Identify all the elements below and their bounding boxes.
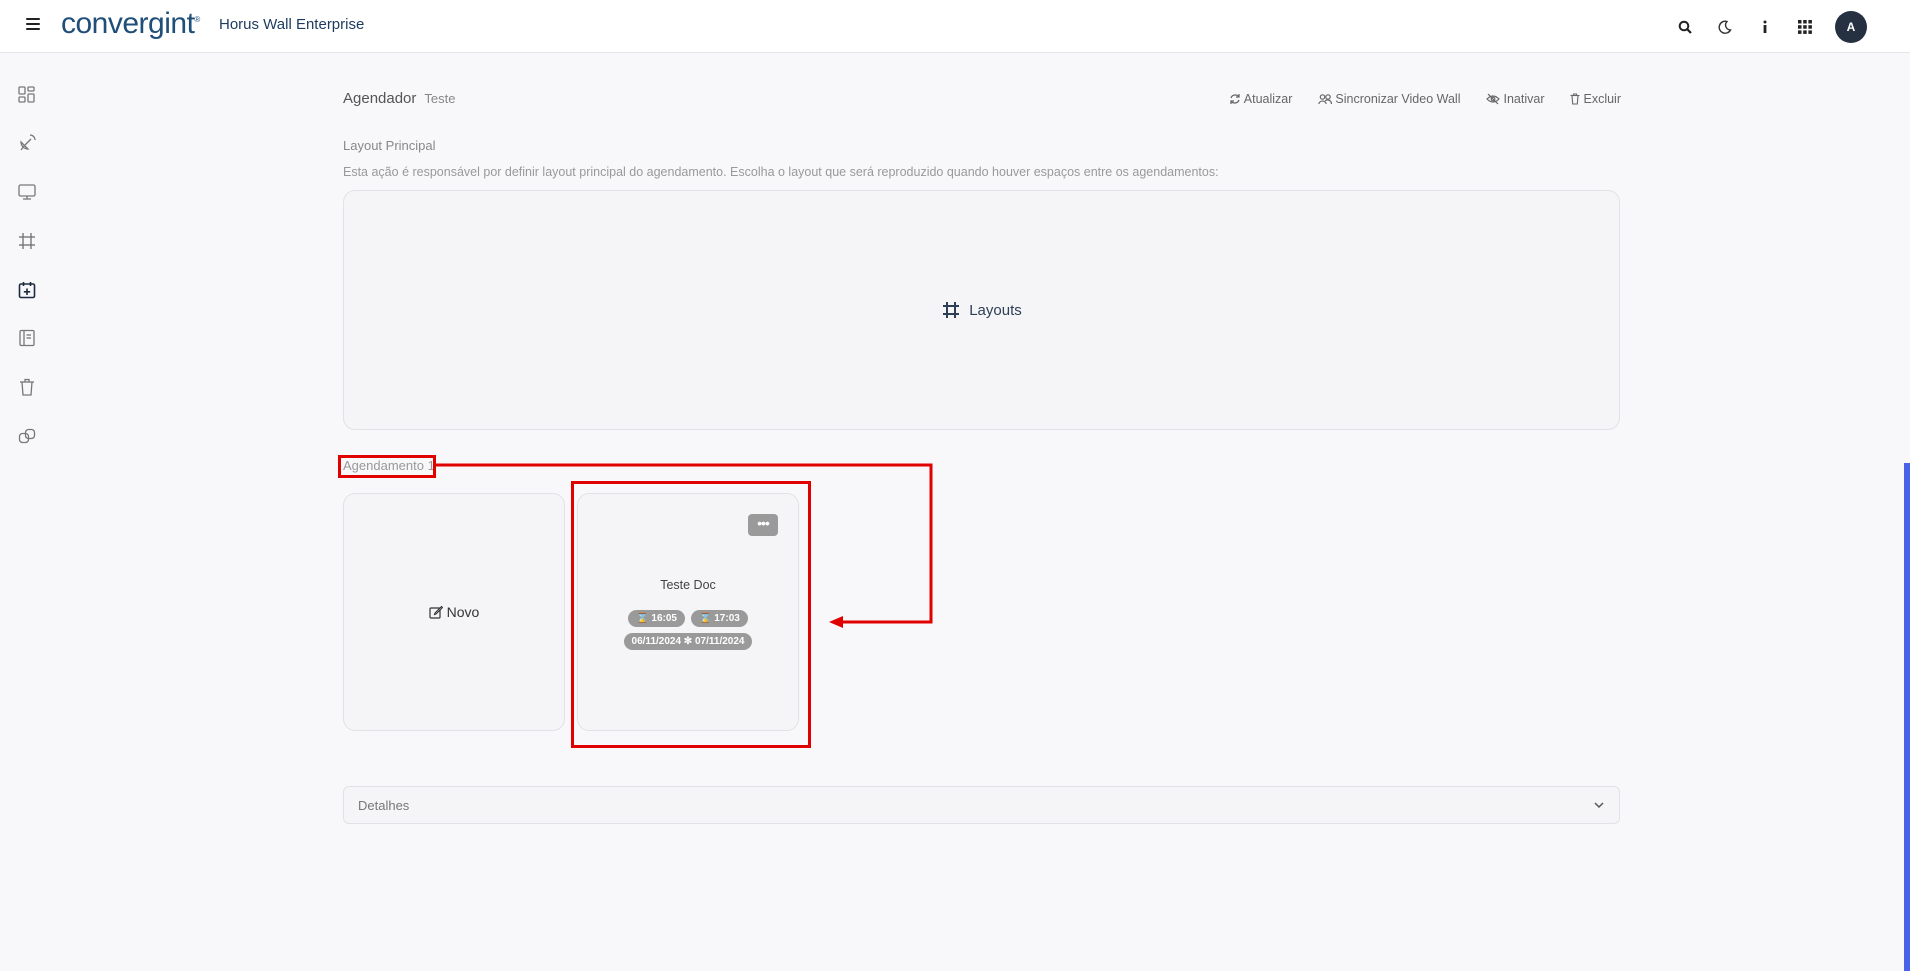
- eye-off-icon: [1486, 93, 1501, 105]
- delete-button[interactable]: Excluir: [1570, 92, 1621, 106]
- trash-icon[interactable]: [16, 376, 38, 398]
- monitor-icon[interactable]: [16, 181, 38, 203]
- menu-icon[interactable]: [26, 18, 40, 32]
- refresh-button[interactable]: Atualizar: [1229, 92, 1293, 106]
- layout-frame-icon[interactable]: [16, 230, 38, 252]
- deactivate-label: Inativar: [1503, 92, 1545, 106]
- refresh-icon: [1230, 94, 1240, 104]
- page-title: Agendador Teste: [343, 90, 455, 107]
- search-icon[interactable]: [1675, 17, 1695, 37]
- scrollbar[interactable]: [1904, 463, 1910, 971]
- avatar[interactable]: A: [1835, 11, 1867, 43]
- deactivate-button[interactable]: Inativar: [1486, 92, 1544, 106]
- book-icon[interactable]: [16, 327, 38, 349]
- satellite-icon[interactable]: [16, 132, 38, 154]
- link-icon[interactable]: [16, 425, 38, 447]
- layout-frame-icon: [943, 302, 960, 318]
- layouts-dropzone[interactable]: Layouts: [343, 190, 1620, 430]
- info-icon[interactable]: [1755, 17, 1775, 37]
- action-bar: Atualizar Sincronizar Video Wall Inativa…: [1229, 92, 1621, 106]
- sync-video-wall-button[interactable]: Sincronizar Video Wall: [1318, 92, 1460, 106]
- refresh-label: Atualizar: [1243, 92, 1293, 106]
- edit-icon: [429, 605, 443, 619]
- page-subtitle: Teste: [424, 91, 456, 106]
- moon-icon[interactable]: [1715, 17, 1735, 37]
- new-schedule-label: Novo: [446, 604, 480, 620]
- details-accordion[interactable]: Detalhes: [343, 786, 1620, 824]
- calendar-add-icon[interactable]: [16, 279, 38, 301]
- logo[interactable]: convergint®: [61, 7, 200, 41]
- layouts-label: Layouts: [969, 301, 1022, 319]
- users-icon: [1318, 94, 1333, 105]
- apps-grid-icon[interactable]: [1795, 17, 1815, 37]
- page-title-text: Agendador: [343, 90, 417, 107]
- layout-principal-description: Esta ação é responsável por definir layo…: [343, 165, 1219, 179]
- highlight-box-label: [338, 455, 436, 478]
- sync-label: Sincronizar Video Wall: [1335, 92, 1461, 106]
- trash-icon: [1570, 93, 1580, 105]
- delete-label: Excluir: [1583, 92, 1621, 106]
- layout-principal-label: Layout Principal: [343, 138, 436, 153]
- chevron-down-icon: [1594, 802, 1604, 809]
- layouts-button[interactable]: Layouts: [941, 300, 1022, 320]
- dashboard-icon[interactable]: [16, 84, 38, 106]
- annotation-arrow: [436, 463, 933, 628]
- top-bar: convergint® Horus Wall Enterprise A: [0, 0, 1910, 53]
- new-schedule-card[interactable]: Novo: [343, 493, 565, 731]
- details-label: Detalhes: [358, 798, 410, 813]
- top-icons: A: [1675, 11, 1867, 43]
- highlight-box-card: [571, 481, 811, 748]
- app-title: Horus Wall Enterprise: [219, 16, 365, 33]
